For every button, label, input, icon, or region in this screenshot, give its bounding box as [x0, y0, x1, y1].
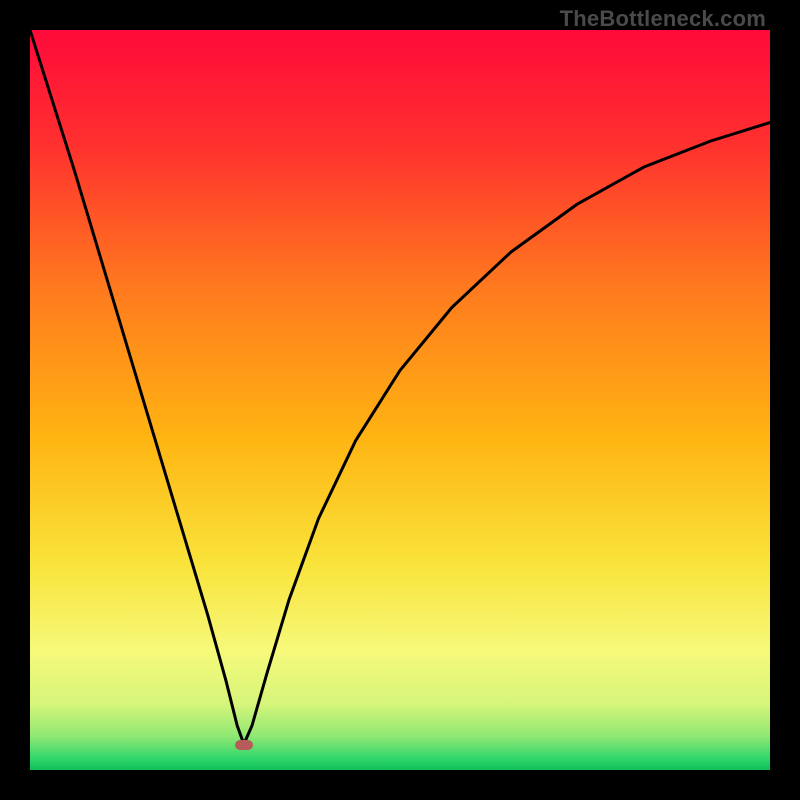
bottleneck-curve: [30, 30, 770, 770]
watermark-text: TheBottleneck.com: [560, 6, 766, 32]
plot-area: [30, 30, 770, 770]
optimal-point-marker: [235, 740, 253, 750]
chart-frame: TheBottleneck.com: [0, 0, 800, 800]
